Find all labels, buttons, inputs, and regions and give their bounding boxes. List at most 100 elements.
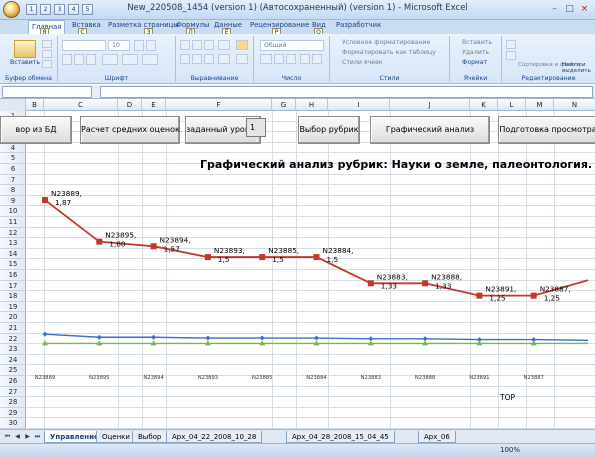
last-sheet-icon[interactable]: ⏭ xyxy=(33,432,42,441)
sheet-tab-archive-1[interactable]: Арх_04_22_2008_10_28 xyxy=(166,431,263,443)
row-header[interactable]: 17 xyxy=(0,281,25,292)
row-header[interactable]: 7 xyxy=(0,175,25,186)
italic-icon[interactable] xyxy=(74,54,84,65)
sheet-tab-selection[interactable]: Выбор xyxy=(132,431,168,443)
row-header[interactable]: 16 xyxy=(0,270,25,281)
select-rubric-button[interactable]: Выбор рубрик xyxy=(298,116,360,144)
column-header[interactable]: C xyxy=(44,99,118,111)
row-header[interactable]: 11 xyxy=(0,217,25,228)
align-right-icon[interactable] xyxy=(204,54,214,64)
formula-input[interactable] xyxy=(100,86,593,98)
first-sheet-icon[interactable]: ⏮ xyxy=(3,432,12,441)
row-header[interactable]: 4 xyxy=(0,143,25,154)
row-header[interactable]: 10 xyxy=(0,206,25,217)
row-header[interactable]: 29 xyxy=(0,408,25,419)
column-header[interactable]: M xyxy=(526,99,554,111)
delete-cells-button[interactable]: Удалить xyxy=(462,49,489,56)
align-middle-icon[interactable] xyxy=(192,40,202,50)
row-header[interactable]: 25 xyxy=(0,365,25,376)
row-header[interactable]: 8 xyxy=(0,185,25,196)
wrap-text-icon[interactable] xyxy=(236,40,248,50)
column-header[interactable]: F xyxy=(166,99,272,111)
grow-font-icon[interactable] xyxy=(134,40,144,51)
column-header[interactable]: B xyxy=(26,99,44,111)
row-header[interactable]: 6 xyxy=(0,164,25,175)
column-header[interactable]: E xyxy=(142,99,166,111)
align-bottom-icon[interactable] xyxy=(204,40,214,50)
align-center-icon[interactable] xyxy=(192,54,202,64)
cell-styles-button[interactable]: Стили ячеек xyxy=(342,59,383,66)
select-all-corner[interactable] xyxy=(0,99,26,111)
sheet-tab-archive-3[interactable]: Арх_06 xyxy=(418,431,456,443)
row-header[interactable]: 27 xyxy=(0,387,25,398)
column-header[interactable]: H xyxy=(296,99,328,111)
indent-icon[interactable] xyxy=(218,54,230,64)
calc-averages-button[interactable]: Расчет средних оценок xyxy=(80,116,180,144)
increase-decimal-icon[interactable] xyxy=(300,54,310,64)
font-size-select[interactable]: 10 xyxy=(108,40,130,51)
column-header[interactable]: L xyxy=(498,99,526,111)
insert-cells-button[interactable]: Вставить xyxy=(462,39,492,46)
maximize-button[interactable]: □ xyxy=(563,3,576,15)
autosum-icon[interactable] xyxy=(506,40,516,49)
column-header[interactable]: K xyxy=(470,99,498,111)
percent-icon[interactable] xyxy=(274,54,284,64)
row-header[interactable]: 13 xyxy=(0,238,25,249)
bold-icon[interactable] xyxy=(62,54,72,65)
tab-developer[interactable]: Разработчик xyxy=(336,21,381,29)
row-header[interactable]: 9 xyxy=(0,196,25,207)
merge-icon[interactable] xyxy=(236,54,248,64)
format-as-table-button[interactable]: Форматировать как таблицу xyxy=(342,49,436,56)
row-header[interactable]: 26 xyxy=(0,376,25,387)
fill-color-icon[interactable] xyxy=(122,54,138,65)
decrease-decimal-icon[interactable] xyxy=(312,54,322,64)
row-header[interactable]: 18 xyxy=(0,291,25,302)
next-sheet-icon[interactable]: ▶ xyxy=(23,432,32,441)
row-header[interactable]: 23 xyxy=(0,344,25,355)
shrink-font-icon[interactable] xyxy=(146,40,156,51)
borders-icon[interactable] xyxy=(102,54,118,65)
thousands-icon[interactable] xyxy=(286,54,296,64)
orientation-icon[interactable] xyxy=(218,40,230,50)
number-format-select[interactable]: Общий xyxy=(260,40,324,51)
format-painter-icon[interactable] xyxy=(42,60,52,68)
font-name-select[interactable] xyxy=(62,40,106,51)
sheet-tab-archive-2[interactable]: Арх_04_28_2008_15_04_45 xyxy=(286,431,395,443)
fill-icon[interactable] xyxy=(506,51,516,60)
format-cells-button[interactable]: Формат xyxy=(462,59,487,66)
row-header[interactable]: 12 xyxy=(0,228,25,239)
conditional-format-button[interactable]: Условное форматирование xyxy=(342,39,430,46)
font-color-icon[interactable] xyxy=(142,54,158,65)
prepare-view-button[interactable]: Подготовка просмотра xyxy=(498,116,595,144)
sheet-tab-grades[interactable]: Оценки xyxy=(96,431,136,443)
align-top-icon[interactable] xyxy=(180,40,190,50)
row-header[interactable]: 14 xyxy=(0,249,25,260)
row-header[interactable]: 28 xyxy=(0,397,25,408)
row-header[interactable]: 15 xyxy=(0,259,25,270)
column-header[interactable]: J xyxy=(390,99,470,111)
column-header[interactable]: N xyxy=(554,99,595,111)
row-header[interactable]: 19 xyxy=(0,302,25,313)
zoom-level[interactable]: 100% xyxy=(500,446,520,454)
minimize-button[interactable]: – xyxy=(548,3,561,15)
paste-icon[interactable] xyxy=(14,40,36,58)
row-header[interactable]: 30 xyxy=(0,418,25,429)
row-header[interactable]: 21 xyxy=(0,323,25,334)
column-header[interactable]: I xyxy=(328,99,390,111)
copy-icon[interactable] xyxy=(42,50,52,58)
row-header[interactable]: 5 xyxy=(0,153,25,164)
cut-icon[interactable] xyxy=(42,40,52,48)
row-header[interactable]: 24 xyxy=(0,355,25,366)
column-header[interactable]: G xyxy=(272,99,296,111)
import-from-db-button[interactable]: вор из БД xyxy=(0,116,72,144)
column-header[interactable]: D xyxy=(118,99,142,111)
graph-analysis-button[interactable]: Графический анализ xyxy=(370,116,490,144)
row-header[interactable]: 22 xyxy=(0,334,25,345)
name-box[interactable] xyxy=(2,86,92,98)
find-select-button[interactable]: Найти и выделить xyxy=(562,62,594,74)
close-button[interactable]: × xyxy=(578,3,591,15)
prev-sheet-icon[interactable]: ◀ xyxy=(13,432,22,441)
underline-icon[interactable] xyxy=(86,54,96,65)
level-input[interactable]: 1 xyxy=(246,118,266,137)
row-header[interactable]: 20 xyxy=(0,312,25,323)
